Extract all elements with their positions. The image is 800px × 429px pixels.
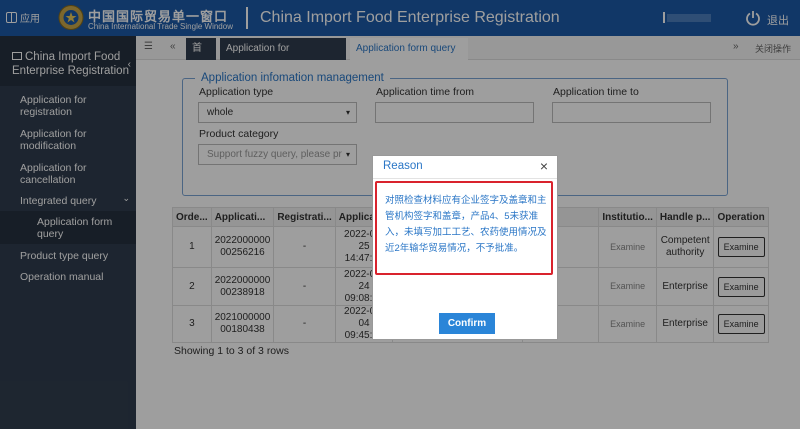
reason-dialog: Reason × 对照检查材料应有企业签字及盖章和主管机构签字和盖章，产品4、5… [372, 155, 558, 340]
dialog-title: Reason [373, 156, 557, 179]
confirm-button[interactable]: Confirm [439, 313, 495, 334]
reason-text: 对照检查材料应有企业签字及盖章和主管机构签字和盖章，产品4、5未获准入，未填写加… [385, 195, 547, 254]
close-icon[interactable]: × [540, 158, 548, 174]
